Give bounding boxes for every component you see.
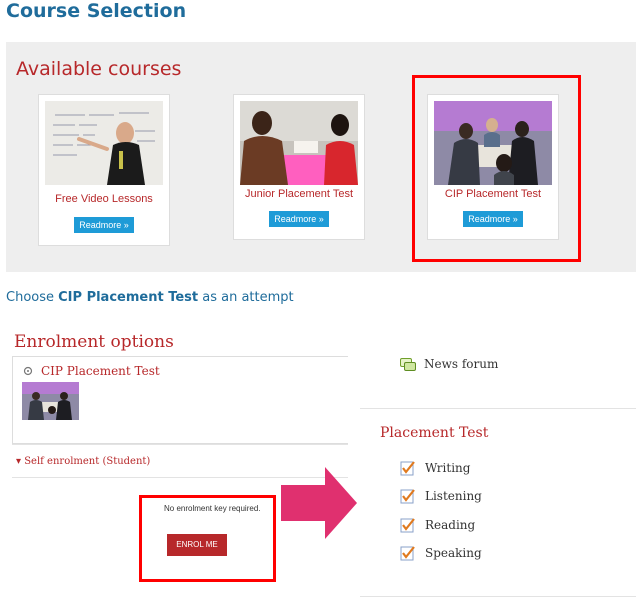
choose-suffix: as an attempt: [198, 290, 294, 305]
choose-prefix: Choose: [6, 290, 59, 305]
activity-label: Writing: [425, 461, 471, 475]
activity-listening[interactable]: Listening: [400, 488, 600, 506]
course-card-junior-placement-test[interactable]: Junior Placement Test Readmore »: [233, 94, 365, 240]
assignment-icon: [400, 518, 415, 533]
course-icon: [23, 366, 33, 379]
self-enrolment-toggle[interactable]: ▾ Self enrolment (Student): [16, 456, 150, 467]
enrolment-course-thumbnail: [22, 382, 79, 420]
choose-instruction: Choose CIP Placement Test as an attempt: [6, 290, 294, 305]
divider: [360, 408, 636, 409]
news-forum-label: News forum: [424, 357, 499, 371]
course-card-free-video-lessons[interactable]: Free Video Lessons Readmore »: [38, 94, 170, 246]
course-name[interactable]: Free Video Lessons: [39, 193, 169, 205]
assignment-icon: [400, 461, 415, 476]
forum-icon: [400, 358, 416, 371]
assignment-icon: [400, 546, 415, 561]
readmore-button[interactable]: Readmore »: [269, 211, 329, 227]
activity-speaking[interactable]: Speaking: [400, 545, 600, 563]
page-title: Course Selection: [6, 0, 187, 22]
divider: [12, 444, 348, 445]
enrolment-course-card: CIP Placement Test: [12, 356, 348, 444]
highlight-cip-course: [412, 75, 581, 262]
activity-writing[interactable]: Writing: [400, 460, 600, 478]
placement-test-heading: Placement Test: [380, 425, 489, 441]
collapse-icon: ▾: [16, 456, 25, 467]
activity-reading[interactable]: Reading: [400, 517, 600, 535]
course-name[interactable]: Junior Placement Test: [234, 188, 364, 200]
enrolment-options-heading: Enrolment options: [14, 332, 174, 352]
activity-label: Reading: [425, 518, 476, 532]
readmore-button[interactable]: Readmore »: [74, 217, 134, 233]
available-courses-heading: Available courses: [16, 58, 182, 80]
course-thumbnail: [240, 101, 358, 185]
choose-course-name: CIP Placement Test: [58, 290, 199, 305]
activity-label: Listening: [425, 489, 482, 503]
course-thumbnail: [45, 101, 163, 185]
highlight-enrol-button: [139, 495, 276, 582]
self-enrolment-label: Self enrolment (Student): [24, 456, 151, 467]
activity-label: Speaking: [425, 546, 482, 560]
assignment-icon: [400, 489, 415, 504]
enrolment-course-title[interactable]: CIP Placement Test: [41, 364, 160, 378]
arrow-right-icon: [281, 467, 357, 539]
divider: [360, 596, 636, 597]
